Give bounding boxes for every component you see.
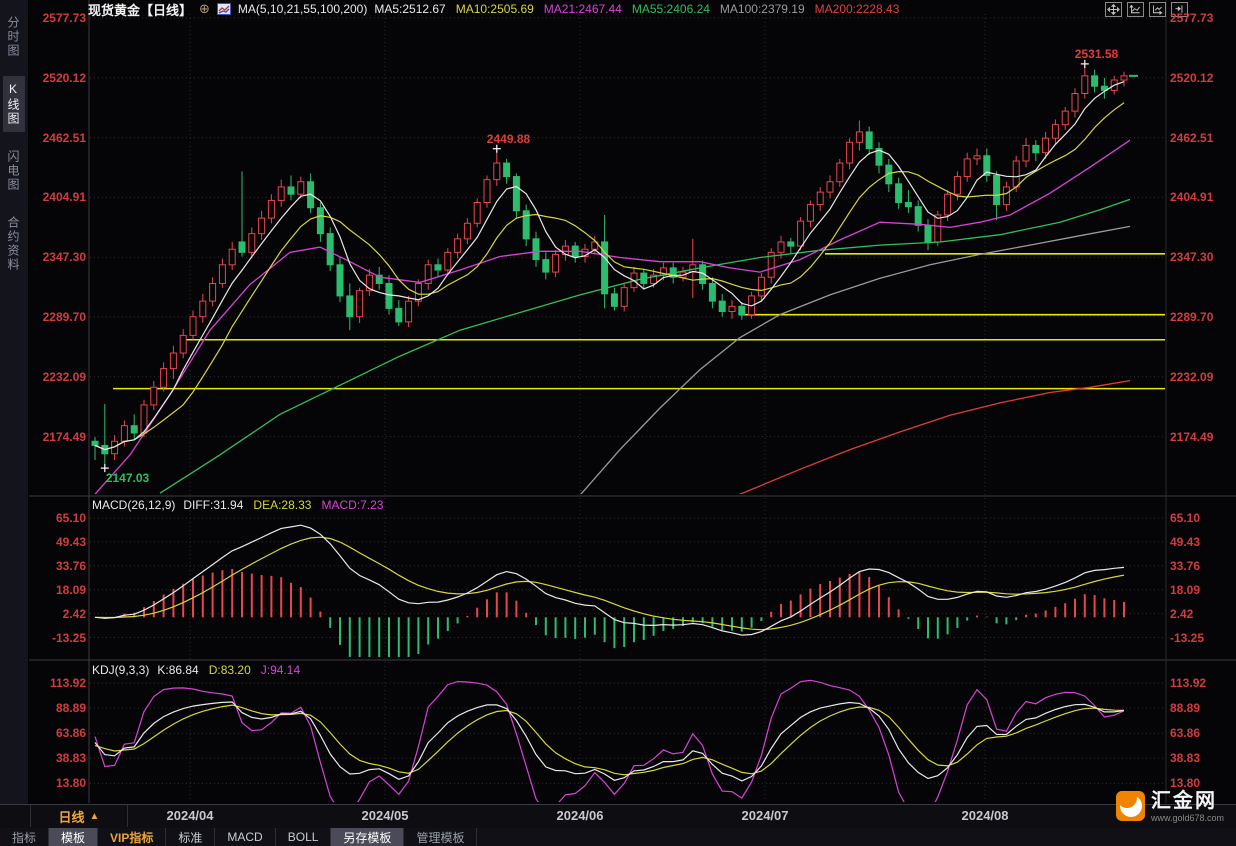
fit-range-icon[interactable]	[1127, 2, 1144, 17]
axis-label: 2289.70	[1170, 310, 1232, 324]
axis-label: 18.09	[1170, 583, 1232, 597]
axis-label: 2462.51	[1170, 131, 1232, 145]
price-annotation: 2449.88	[487, 132, 530, 146]
ma-value: MA21:2467.44	[544, 2, 622, 16]
date-axis-label: 2024/08	[962, 808, 1009, 823]
axis-label: 65.10	[26, 511, 86, 525]
bottom-tab-7[interactable]: 管理模板	[404, 828, 477, 846]
axis-label: 2174.49	[26, 430, 86, 444]
interval-label: 日线	[59, 807, 85, 826]
sidebar-item-1[interactable]: K线图	[3, 76, 25, 132]
chart-header: 现货黄金【日线】 ⊕ MA(5,10,21,55,100,200) MA5:25…	[88, 1, 909, 17]
axis-label: 2404.91	[26, 190, 86, 204]
indicator-value: DEA:28.33	[253, 498, 311, 512]
ma-value: MA100:2379.19	[720, 2, 805, 16]
logo-icon	[1116, 791, 1145, 821]
macd-header: MACD(26,12,9) DIFF:31.94 DEA:28.33 MACD:7.…	[92, 498, 393, 512]
expand-icon[interactable]: ⊕	[199, 1, 210, 17]
axis-label: 13.80	[1170, 776, 1232, 790]
axis-label: 2577.73	[1170, 11, 1232, 25]
axis-label: 88.89	[26, 701, 86, 715]
axis-label: 113.92	[26, 676, 86, 690]
kline-chart-canvas[interactable]	[0, 0, 1236, 846]
ma-value: MA55:2406.24	[632, 2, 710, 16]
axis-label: 2289.70	[26, 310, 86, 324]
axis-label: 18.09	[26, 583, 86, 597]
axis-label: 49.43	[1170, 535, 1232, 549]
sidebar-item-0[interactable]: 分时图	[3, 10, 25, 64]
bottom-tab-1[interactable]: 模板	[49, 828, 98, 846]
axis-label: 2520.12	[1170, 71, 1232, 85]
date-axis-label: 2024/07	[742, 808, 789, 823]
bottom-tab-3[interactable]: 标准	[166, 828, 215, 846]
move-icon[interactable]	[1105, 2, 1122, 17]
axis-label: 2347.30	[1170, 250, 1232, 264]
sidebar-item-2[interactable]: 闪电图	[3, 144, 25, 198]
chart-window: { "header": { "title": "现货黄金【日线】", "expa…	[0, 0, 1236, 846]
axis-label: 65.10	[1170, 511, 1232, 525]
logo-url: www.gold678.com	[1151, 813, 1224, 823]
axis-label: 88.89	[1170, 701, 1232, 715]
axis-label: 2232.09	[26, 370, 86, 384]
ma-params-label: MA(5,10,21,55,100,200)	[238, 2, 367, 16]
kdj-params-label: KDJ(9,3,3)	[92, 663, 149, 677]
date-axis-label: 2024/05	[362, 808, 409, 823]
sidebar-item-3[interactable]: 合约资料	[3, 210, 25, 278]
indicator-value: MACD:7.23	[321, 498, 383, 512]
logo-name: 汇金网	[1151, 791, 1224, 811]
chart-style-icon[interactable]	[217, 3, 231, 15]
axis-label: 33.76	[1170, 559, 1232, 573]
ma-value: MA5:2512.67	[374, 2, 445, 16]
axis-label: -13.25	[1170, 631, 1232, 645]
ma-value: MA200:2228.43	[815, 2, 900, 16]
bottom-tab-0[interactable]: 指标	[0, 828, 49, 846]
instrument-title[interactable]: 现货黄金【日线】	[88, 0, 192, 19]
axis-label: 2.42	[26, 607, 86, 621]
axis-label: -13.25	[26, 631, 86, 645]
axis-label: 2404.91	[1170, 190, 1232, 204]
axis-label: 38.83	[26, 751, 86, 765]
axis-label: 13.80	[26, 776, 86, 790]
axis-label: 2174.49	[1170, 430, 1232, 444]
indicator-value: K:86.84	[157, 663, 198, 677]
bottom-tab-5[interactable]: BOLL	[276, 828, 332, 846]
axis-label: 113.92	[1170, 676, 1232, 690]
date-axis-row: 日线 ▲ 2024/04 2024/05 2024/06 2024/07 2024/08	[0, 804, 1236, 829]
axis-label: 2577.73	[26, 11, 86, 25]
indicator-value: DIFF:31.94	[183, 498, 243, 512]
indicator-value: J:94.14	[261, 663, 300, 677]
ma-value: MA10:2505.69	[456, 2, 534, 16]
bottom-tab-2[interactable]: VIP指标	[98, 828, 166, 846]
price-annotation: 2147.03	[106, 471, 149, 485]
bottom-tab-6[interactable]: 另存模板	[331, 828, 404, 846]
bottom-tab-4[interactable]: MACD	[215, 828, 275, 846]
macd-params-label: MACD(26,12,9)	[92, 498, 175, 512]
interval-selector[interactable]: 日线 ▲	[30, 805, 128, 827]
axis-label: 63.86	[1170, 726, 1232, 740]
date-axis-label: 2024/06	[557, 808, 604, 823]
axis-label: 63.86	[26, 726, 86, 740]
axis-label: 2232.09	[1170, 370, 1232, 384]
axis-label: 2462.51	[26, 131, 86, 145]
axis-label: 38.83	[1170, 751, 1232, 765]
axis-label: 49.43	[26, 535, 86, 549]
axis-label: 2520.12	[26, 71, 86, 85]
forward-icon[interactable]	[1149, 2, 1166, 17]
axis-label: 2.42	[1170, 607, 1232, 621]
chart-type-sidebar: 分时图 K线图闪电图合约资料	[0, 0, 29, 828]
site-logo: 汇金网 www.gold678.com	[1116, 791, 1224, 823]
interval-arrow-icon: ▲	[90, 811, 100, 822]
date-axis-label: 2024/04	[167, 808, 214, 823]
axis-label: 33.76	[26, 559, 86, 573]
indicator-value: D:83.20	[209, 663, 251, 677]
price-annotation: 2531.58	[1075, 47, 1118, 61]
kdj-header: KDJ(9,3,3) K:86.84 D:83.20 J:94.14	[92, 663, 310, 677]
axis-label: 2347.30	[26, 250, 86, 264]
indicator-tab-bar: 指标模板VIP指标标准MACDBOLL另存模板管理模板	[0, 828, 1236, 846]
ma-values: MA5:2512.67 MA10:2505.69 MA21:2467.44 MA55:…	[374, 0, 909, 18]
